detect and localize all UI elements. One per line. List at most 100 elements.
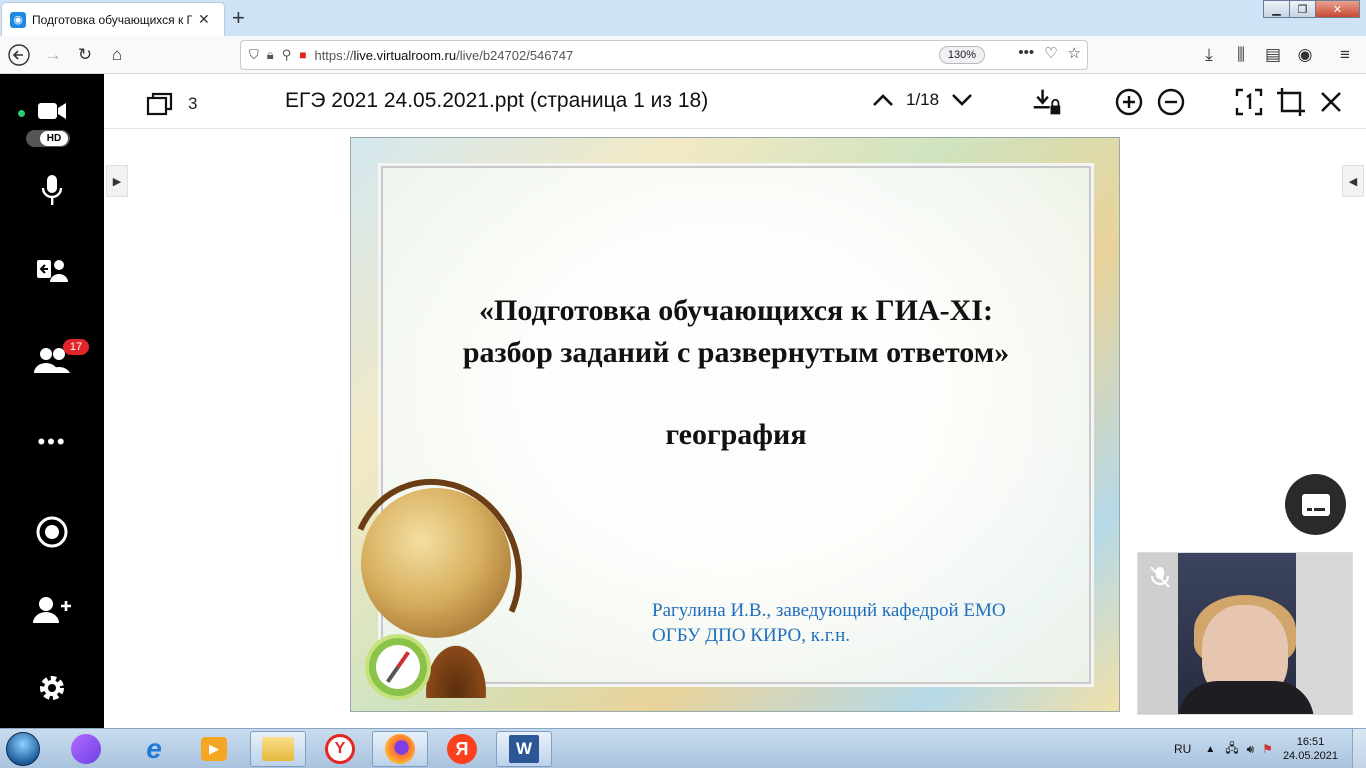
documents-count: 3 bbox=[188, 94, 198, 113]
minimize-icon[interactable]: ▁ bbox=[1263, 0, 1290, 18]
browser-tab[interactable]: ◉ Подготовка обучающихся к ГИА ✕ bbox=[2, 3, 224, 36]
gear-icon bbox=[40, 676, 64, 700]
taskbar-explorer[interactable] bbox=[250, 731, 306, 767]
taskbar-yandex[interactable]: Я bbox=[434, 731, 490, 767]
close-viewer-icon[interactable] bbox=[1316, 87, 1346, 117]
page-navigator: 1/18 bbox=[872, 90, 973, 110]
firefox-icon bbox=[385, 734, 415, 764]
taskbar-word[interactable]: W bbox=[496, 731, 552, 767]
download-locked-icon[interactable] bbox=[1032, 87, 1062, 117]
actual-size-icon[interactable] bbox=[1234, 87, 1264, 117]
page-actions-icon[interactable]: ••• bbox=[1018, 44, 1034, 62]
taskbar-internet-explorer[interactable]: e bbox=[126, 731, 182, 767]
previous-page-icon[interactable] bbox=[872, 93, 894, 107]
author-line-2: ОГБУ ДПО КИРО, к.г.н. bbox=[652, 625, 851, 646]
restore-icon[interactable]: ❐ bbox=[1289, 0, 1316, 18]
microphone-button[interactable] bbox=[0, 174, 104, 206]
zoom-out-icon[interactable] bbox=[1156, 87, 1186, 117]
expand-left-panel-icon[interactable]: ▶ bbox=[106, 165, 128, 197]
pocket-icon[interactable]: ♡ bbox=[1044, 44, 1057, 62]
word-icon: W bbox=[509, 735, 539, 763]
microphone-icon bbox=[41, 175, 63, 205]
media-player-icon: ▶ bbox=[201, 737, 227, 761]
volume-icon[interactable]: 🔊︎ bbox=[1247, 742, 1255, 757]
bookmark-star-icon[interactable]: ☆ bbox=[1068, 44, 1081, 62]
url-text[interactable]: https://live.virtualroom.ru/live/b24702/… bbox=[314, 48, 573, 63]
address-bar[interactable]: ⛉ 🔒︎ ⚲ ■ https://live.virtualroom.ru/liv… bbox=[240, 40, 1088, 70]
document-viewer-toolbar: 3 ЕГЭ 2021 24.05.2021.ppt (страница 1 из… bbox=[104, 74, 1366, 129]
compass-icon bbox=[365, 634, 431, 700]
page-indicator[interactable]: 1/18 bbox=[906, 90, 939, 110]
add-user-icon bbox=[33, 597, 71, 623]
tray-expand-icon[interactable]: ▲ bbox=[1205, 744, 1215, 755]
sidebar-toggle-icon[interactable]: ▤ bbox=[1260, 42, 1286, 68]
participants-button[interactable] bbox=[0, 346, 104, 374]
lock-icon[interactable]: 🔒︎ bbox=[267, 47, 274, 63]
taskbar-firefox[interactable] bbox=[372, 731, 428, 767]
network-icon[interactable]: 🖧︎ bbox=[1225, 739, 1238, 760]
hd-toggle[interactable]: HD bbox=[26, 130, 70, 147]
record-icon bbox=[36, 516, 68, 548]
hd-label: HD bbox=[40, 131, 68, 146]
author-line-1: Рагулина И.В., заведующий кафедрой ЕМО bbox=[652, 600, 1006, 621]
expand-right-panel-icon[interactable]: ◀ bbox=[1342, 165, 1364, 197]
subtitles-button[interactable] bbox=[1285, 474, 1346, 535]
video-background-right bbox=[1296, 553, 1352, 714]
zoom-in-icon[interactable] bbox=[1114, 87, 1144, 117]
slide-title-line-1: «Подготовка обучающихся к ГИА-XI: bbox=[479, 294, 993, 327]
account-icon[interactable]: ◉ bbox=[1292, 42, 1318, 68]
window-close-icon[interactable]: ✕ bbox=[1315, 0, 1360, 18]
yandex-icon: Я bbox=[447, 734, 477, 764]
language-indicator[interactable]: RU bbox=[1174, 742, 1191, 756]
taskbar-media-player[interactable]: ▶ bbox=[186, 731, 242, 767]
new-tab-icon[interactable]: + bbox=[232, 5, 245, 31]
tab-title: Подготовка обучающихся к ГИА bbox=[32, 12, 192, 27]
tab-close-icon[interactable]: ✕ bbox=[198, 11, 210, 28]
fit-to-screen-icon[interactable] bbox=[1276, 87, 1306, 117]
home-icon[interactable]: ⌂ bbox=[104, 42, 130, 68]
taskbar-alice[interactable] bbox=[58, 731, 114, 767]
forward-icon[interactable]: → bbox=[40, 42, 66, 68]
taskbar-yandex-browser[interactable]: Y bbox=[312, 731, 368, 767]
reload-icon[interactable]: ↻ bbox=[72, 42, 98, 68]
open-documents[interactable]: 3 bbox=[146, 92, 197, 116]
video-camera-icon bbox=[38, 103, 66, 119]
clock-date: 24.05.2021 bbox=[1282, 750, 1338, 762]
record-button[interactable] bbox=[0, 515, 104, 549]
zoom-level[interactable]: 130% bbox=[938, 46, 985, 64]
show-desktop-button[interactable] bbox=[1352, 729, 1366, 768]
camera-indicator-icon[interactable]: ■ bbox=[299, 48, 306, 62]
slide-title: «Подготовка обучающихся к ГИА-XI: разбор… bbox=[351, 290, 1119, 374]
invite-button[interactable] bbox=[0, 596, 104, 624]
hamburger-menu-icon[interactable]: ≡ bbox=[1332, 42, 1358, 68]
next-page-icon[interactable] bbox=[951, 93, 973, 107]
browser-tab-strip: ◉ Подготовка обучающихся к ГИА ✕ + ▁ ❐ ✕ bbox=[0, 0, 1366, 36]
presentation-slide: «Подготовка обучающихся к ГИА-XI: разбор… bbox=[350, 137, 1120, 712]
windows-orb-icon bbox=[6, 732, 40, 766]
globe-image bbox=[361, 488, 511, 638]
screen-share-button[interactable] bbox=[0, 256, 104, 284]
windows-taskbar: e ▶ Y Я W RU ▲ 🖧︎ 🔊︎ ⚑ 16:51 24.05.2021 bbox=[0, 728, 1366, 768]
action-center-icon[interactable]: ⚑ bbox=[1262, 742, 1273, 756]
slide-subject: география bbox=[665, 418, 807, 451]
start-button[interactable] bbox=[2, 730, 44, 768]
shield-icon[interactable]: ⛉ bbox=[249, 47, 259, 63]
library-icon[interactable]: ⫼ bbox=[1228, 42, 1254, 68]
document-title: ЕГЭ 2021 24.05.2021.ppt (страница 1 из 1… bbox=[285, 89, 709, 112]
app-sidebar: HD 17 ••• bbox=[0, 74, 104, 728]
back-icon[interactable] bbox=[6, 42, 32, 68]
subtitles-icon bbox=[1301, 493, 1330, 516]
clock[interactable]: 16:51 24.05.2021 bbox=[1283, 735, 1338, 763]
more-options-icon[interactable]: ••• bbox=[0, 429, 104, 455]
browser-nav-bar: → ↻ ⌂ ⛉ 🔒︎ ⚲ ■ https://live.virtualroom.… bbox=[0, 36, 1366, 74]
self-video-tile[interactable] bbox=[1137, 552, 1353, 715]
camera-button[interactable] bbox=[0, 100, 104, 122]
settings-button[interactable] bbox=[0, 672, 104, 704]
globe-stand bbox=[421, 638, 491, 698]
downloads-icon[interactable]: ⤓ bbox=[1196, 42, 1222, 68]
screen-share-icon bbox=[37, 260, 68, 282]
internet-explorer-icon: e bbox=[146, 733, 162, 764]
slide-author: Рагулина И.В., заведующий кафедрой ЕМО О… bbox=[652, 598, 1006, 648]
window-controls: ▁ ❐ ✕ bbox=[1263, 0, 1360, 18]
permissions-icon[interactable]: ⚲ bbox=[282, 47, 292, 63]
